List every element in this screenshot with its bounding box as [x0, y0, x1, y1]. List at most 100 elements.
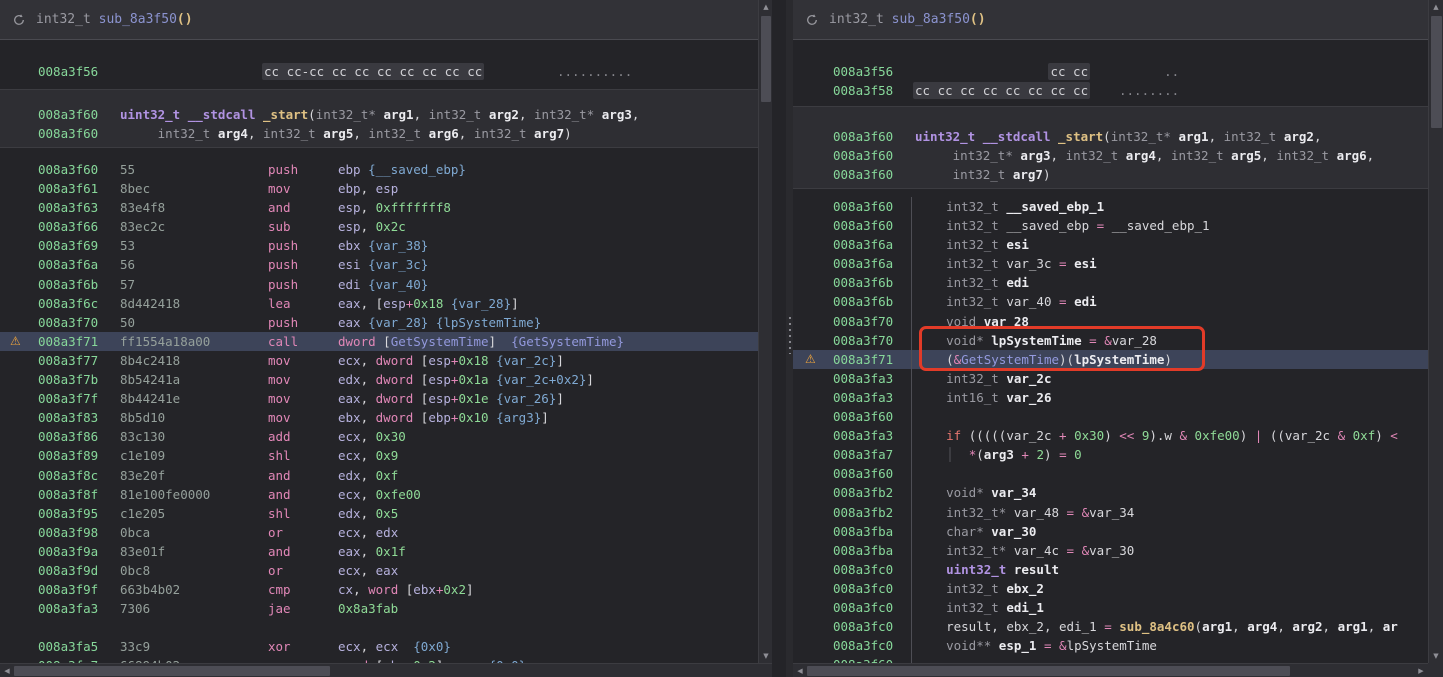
right-function-header[interactable]: int32_t sub_8a3f50(): [793, 0, 1428, 40]
hlil-row[interactable]: 008a3fc0 int32_t edi_1: [793, 598, 1428, 617]
refresh-icon[interactable]: [805, 13, 819, 27]
scroll-down-arrow[interactable]: ▼: [1429, 649, 1443, 663]
disasm-row[interactable]: 008a3f6c8d442418leaeax, [esp+0x18 {var_2…: [0, 294, 772, 313]
code-token: =: [1104, 619, 1112, 634]
disasm-row[interactable]: 008a3f95c1e205shledx, 0x5: [0, 504, 772, 523]
disasm-row[interactable]: 008a3f778b4c2418movecx, dword [esp+0x18 …: [0, 351, 772, 370]
splitter-grip-icon[interactable]: [788, 316, 792, 354]
left-vertical-scrollbar[interactable]: ▲ ▼: [758, 0, 772, 663]
scroll-up-arrow[interactable]: ▲: [759, 0, 772, 14]
code-token: cx: [338, 582, 353, 597]
hlil-row[interactable]: 008a3f6a int32_t esi: [793, 235, 1428, 254]
disasm-row[interactable]: 008a3f6055pushebp {__saved_ebp}: [0, 160, 772, 179]
hlil-row[interactable]: 008a3f60: [793, 655, 1428, 663]
code-token: [428, 315, 436, 330]
hlil-row[interactable]: 008a3f6b int32_t edi: [793, 273, 1428, 292]
hlil-row[interactable]: 008a3f60 int32_t __saved_ebp_1: [793, 197, 1428, 216]
code-token: [1329, 148, 1337, 163]
hlil-row[interactable]: 008a3f60: [793, 464, 1428, 483]
disasm-row[interactable]: 008a3fa37306jae0x8a3fab: [0, 599, 772, 618]
disasm-row[interactable]: 008a3f8683c130addecx, 0x30: [0, 427, 772, 446]
hlil-row[interactable]: 008a3fc0 uint32_t result: [793, 560, 1428, 579]
disasm-row[interactable]: 008a3f980bcaorecx, edx: [0, 523, 772, 542]
code-token: ,: [1314, 129, 1322, 144]
disasm-row[interactable]: 008a3f6683ec2csubesp, 0x2c: [0, 217, 772, 236]
code-token: esi: [338, 257, 361, 272]
hlil-code: [911, 464, 916, 483]
hlil-row[interactable]: 008a3f70 void var_28: [793, 312, 1428, 331]
scroll-up-arrow[interactable]: ▲: [1429, 0, 1443, 14]
hlil-row[interactable]: 008a3fa3 int16_t var_26: [793, 388, 1428, 407]
signature-row[interactable]: 008a3f60 int32_t arg4, int32_t arg5, int…: [0, 124, 772, 143]
hlil-row[interactable]: 008a3f60: [793, 407, 1428, 426]
disasm-row[interactable]: ⚠008a3f71ff1554a18a00calldword [GetSyste…: [0, 332, 772, 351]
hlil-row[interactable]: 008a3f60 int32_t __saved_ebp = __saved_e…: [793, 216, 1428, 235]
opcode-bytes: ff1554a18a00: [120, 332, 210, 351]
signature-row[interactable]: 008a3f60uint32_t __stdcall _start(int32_…: [793, 127, 1428, 146]
disasm-row[interactable]: 008a3f8c83e20fandedx, 0xf: [0, 466, 772, 485]
hlil-row[interactable]: 008a3fc0 void** esp_1 = &lpSystemTime: [793, 636, 1428, 655]
left-horizontal-scrollbar[interactable]: ◀ ▶: [0, 663, 772, 677]
scroll-down-arrow[interactable]: ▼: [759, 649, 772, 663]
refresh-icon[interactable]: [12, 13, 26, 27]
signature-row[interactable]: 008a3f60 int32_t* arg3, int32_t arg4, in…: [793, 146, 1428, 165]
scroll-left-arrow[interactable]: ◀: [0, 664, 14, 677]
disasm-row[interactable]: 008a3f9f663b4b02cmpcx, word [ebx+0x2]: [0, 580, 772, 599]
disasm-row[interactable]: 008a3f8f81e100fe0000andecx, 0xfe00: [0, 485, 772, 504]
disasm-row[interactable]: 008a3f838b5d10movebx, dword [ebp+0x10 {a…: [0, 408, 772, 427]
hlil-row[interactable]: 008a3f70 void* lpSystemTime = &var_28: [793, 331, 1428, 350]
byte-row[interactable]: 008a3f56cc cc-cc cc cc cc cc cc cc cc...…: [0, 62, 772, 81]
pane-splitter[interactable]: [786, 0, 793, 677]
disasm-row[interactable]: 008a3f6a56pushesi {var_3c}: [0, 255, 772, 274]
right-vertical-scrollbar[interactable]: ▲ ▼: [1428, 0, 1443, 663]
scroll-right-arrow[interactable]: ▶: [1414, 664, 1428, 677]
scroll-left-arrow[interactable]: ◀: [793, 664, 807, 677]
code-token: [916, 600, 946, 615]
left-vscroll-thumb[interactable]: [761, 16, 771, 102]
code-token: 0: [1074, 447, 1082, 462]
hlil-row[interactable]: 008a3fba int32_t* var_4c = &var_30: [793, 541, 1428, 560]
hlil-row[interactable]: 008a3fa3 int32_t var_2c: [793, 369, 1428, 388]
hlil-row[interactable]: 008a3fc0 result, ebx_2, edi_1 = sub_8a4c…: [793, 617, 1428, 636]
hlil-row[interactable]: 008a3fc0 int32_t ebx_2: [793, 579, 1428, 598]
left-function-header[interactable]: int32_t sub_8a3f50(): [0, 0, 772, 40]
hlil-row[interactable]: 008a3fb2 int32_t* var_48 = &var_34: [793, 503, 1428, 522]
hlil-row[interactable]: 008a3fb2 void* var_34: [793, 483, 1428, 502]
right-horizontal-scrollbar[interactable]: ◀ ▶: [793, 663, 1428, 677]
hlil-row[interactable]: 008a3fa3 if (((((var_2c + 0x30) << 9).w …: [793, 426, 1428, 445]
hlil-row[interactable]: 008a3fba char* var_30: [793, 522, 1428, 541]
disasm-row[interactable]: 008a3fa533c9xorecx, ecx {0x0}: [0, 637, 772, 656]
code-token: ebp: [338, 181, 361, 196]
hlil-row[interactable]: 008a3f6b int32_t var_40 = edi: [793, 292, 1428, 311]
disasm-row[interactable]: 008a3f6383e4f8andesp, 0xfffffff8: [0, 198, 772, 217]
signature-row[interactable]: 008a3f60 int32_t arg7): [793, 165, 1428, 184]
hlil-row[interactable]: ⚠008a3f71 (&GetSystemTime)(lpSystemTime): [793, 350, 1428, 369]
byte-row[interactable]: 008a3f56 cc cc ..: [793, 62, 1428, 81]
disasm-row[interactable]: 008a3f9d0bc8orecx, eax: [0, 561, 772, 580]
byte-values: cc cc-cc cc cc cc cc cc cc cc: [262, 62, 484, 81]
hlil-row[interactable]: 008a3f6a int32_t var_3c = esi: [793, 254, 1428, 273]
disassembly-listing: 008a3f56cc cc-cc cc cc cc cc cc cc cc...…: [0, 41, 772, 663]
disasm-row[interactable]: 008a3f89c1e109shlecx, 0x9: [0, 446, 772, 465]
disasm-row[interactable]: 008a3f618becmovebp, esp: [0, 179, 772, 198]
code-token: [1051, 428, 1059, 443]
code-token: ]: [511, 296, 519, 311]
code-token: &: [1082, 505, 1090, 520]
disasm-row[interactable]: 008a3f7f8b44241emoveax, dword [esp+0x1e …: [0, 389, 772, 408]
disasm-row[interactable]: [0, 618, 772, 637]
code-token: ]: [489, 334, 497, 349]
hlil-row[interactable]: 008a3fa7 │ *(arg3 + 2) = 0: [793, 445, 1428, 464]
disasm-row[interactable]: 008a3f7b8b54241amovedx, dword [esp+0x1a …: [0, 370, 772, 389]
disasm-row[interactable]: 008a3f6953pushebx {var_38}: [0, 236, 772, 255]
mnemonic: lea: [268, 294, 291, 313]
right-hscroll-thumb[interactable]: [807, 666, 1290, 676]
disasm-row[interactable]: 008a3f6b57pushedi {var_40}: [0, 275, 772, 294]
right-vscroll-thumb[interactable]: [1431, 16, 1442, 128]
disasm-row[interactable]: 008a3f7050pusheax {var_28} {lpSystemTime…: [0, 313, 772, 332]
code-token: int32_t: [1276, 148, 1329, 163]
byte-row[interactable]: 008a3f58cc cc cc cc cc cc cc cc........: [793, 81, 1428, 100]
address: 008a3f7b: [38, 370, 98, 389]
disasm-row[interactable]: 008a3f9a83e01fandeax, 0x1f: [0, 542, 772, 561]
left-hscroll-thumb[interactable]: [14, 666, 330, 676]
signature-row[interactable]: 008a3f60uint32_t __stdcall _start(int32_…: [0, 105, 772, 124]
